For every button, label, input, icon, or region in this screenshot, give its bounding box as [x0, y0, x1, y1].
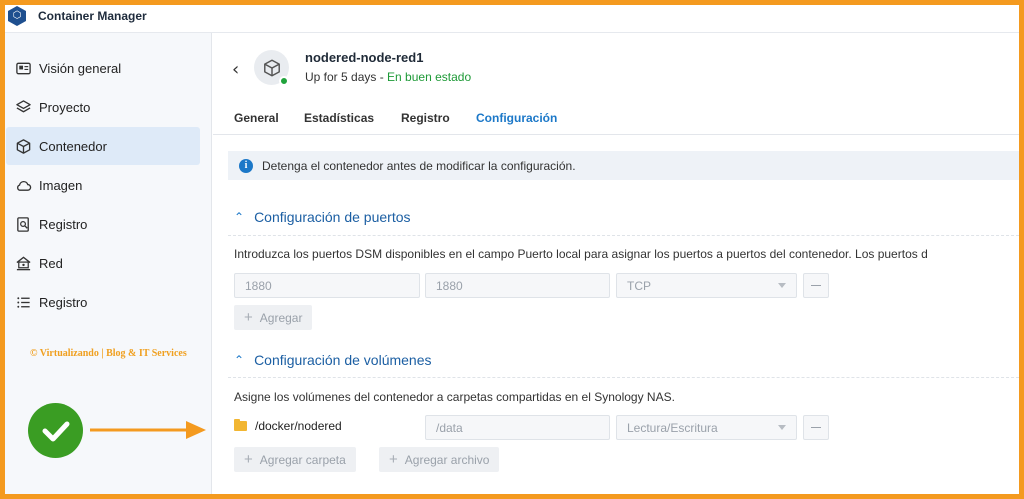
chevron-down-icon: [778, 283, 786, 288]
container-status: Up for 5 days - En buen estado: [305, 70, 471, 84]
info-banner: i Detenga el contenedor antes de modific…: [228, 151, 1024, 180]
container-name: nodered-node-red1: [305, 50, 424, 65]
status-dot: [279, 76, 289, 86]
tab-configuration[interactable]: Configuración: [476, 111, 557, 133]
uptime-text: Up for 5 days: [305, 70, 377, 84]
plus-icon: +: [389, 451, 398, 468]
add-file-button[interactable]: + Agregar archivo: [379, 447, 500, 472]
sidebar-item-label: Visión general: [39, 60, 122, 76]
container-port-input[interactable]: 1880: [425, 273, 610, 298]
tab-bar: General Estadísticas Registro Configurac…: [213, 109, 1024, 135]
health-status: En buen estado: [387, 70, 472, 84]
main-panel: ‹ nodered-node-red1 Up for 5 days - En b…: [213, 33, 1024, 499]
add-port-button[interactable]: + Agregar: [234, 305, 313, 330]
chevron-down-icon: [778, 425, 786, 430]
ports-description: Introduzca los puertos DSM disponibles e…: [234, 247, 928, 261]
tab-statistics[interactable]: Estadísticas: [304, 111, 374, 133]
local-port-input[interactable]: 1880: [234, 273, 420, 298]
permission-select[interactable]: Lectura/Escritura: [616, 415, 797, 440]
arrow-right-icon: [90, 418, 208, 446]
status-separator: -: [376, 70, 388, 84]
container-manager-logo-icon: ⬡: [8, 6, 26, 26]
cloud-icon: [14, 176, 32, 194]
cube-icon: [14, 137, 32, 155]
network-icon: [14, 254, 32, 272]
info-icon: i: [239, 158, 253, 173]
add-folder-button[interactable]: + Agregar carpeta: [234, 447, 356, 472]
sidebar-item-overview[interactable]: Visión general: [6, 49, 200, 87]
list-icon: [14, 293, 32, 311]
sidebar-item-label: Proyecto: [39, 99, 91, 115]
registry-search-icon: [14, 215, 32, 233]
watermark: © Virtualizando | Blog & IT Services: [30, 348, 187, 359]
sidebar-item-log[interactable]: Registro: [6, 283, 200, 321]
sidebar-item-registry[interactable]: Registro: [6, 205, 200, 243]
volume-folder[interactable]: /docker/nodered: [234, 419, 342, 433]
title-bar: ⬡ Container Manager: [0, 0, 1024, 33]
minus-icon: [811, 427, 821, 428]
cube-icon: [263, 59, 280, 76]
overview-icon: [14, 59, 32, 77]
section-divider: [228, 377, 1024, 378]
ports-section-title: Configuración de puertos: [254, 209, 411, 225]
section-divider: [228, 235, 1024, 236]
ports-section-header[interactable]: ⌃ Configuración de puertos: [234, 209, 411, 225]
volumes-description: Asigne los volúmenes del contenedor a ca…: [234, 390, 675, 404]
folder-path: /docker/nodered: [255, 419, 342, 433]
folder-icon: [234, 419, 247, 431]
sidebar-item-label: Contenedor: [39, 138, 107, 154]
volumes-section-title: Configuración de volúmenes: [254, 352, 432, 368]
chevron-up-icon: ⌃: [234, 210, 245, 224]
sidebar-item-label: Registro: [39, 294, 88, 310]
layers-icon: [14, 98, 32, 116]
info-message: Detenga el contenedor antes de modificar…: [262, 158, 576, 173]
sidebar-item-network[interactable]: Red: [6, 244, 200, 282]
back-chevron-icon[interactable]: ‹: [232, 59, 239, 80]
chevron-up-icon: ⌃: [234, 353, 245, 367]
sidebar-item-label: Red: [39, 255, 63, 271]
tab-log[interactable]: Registro: [401, 111, 450, 133]
plus-icon: +: [244, 451, 253, 468]
tab-general[interactable]: General: [234, 111, 279, 133]
plus-icon: +: [244, 309, 253, 326]
protocol-select[interactable]: TCP: [616, 273, 797, 298]
sidebar-item-project[interactable]: Proyecto: [6, 88, 200, 126]
sidebar-item-container[interactable]: Contenedor: [6, 127, 200, 165]
sidebar-item-image[interactable]: Imagen: [6, 166, 200, 204]
volumes-section-header[interactable]: ⌃ Configuración de volúmenes: [234, 352, 432, 368]
sidebar-item-label: Imagen: [39, 177, 83, 193]
mount-path-input[interactable]: /data: [425, 415, 610, 440]
remove-port-button[interactable]: [803, 273, 829, 298]
app-title: Container Manager: [38, 9, 147, 23]
remove-volume-button[interactable]: [803, 415, 829, 440]
check-icon: [28, 403, 83, 458]
sidebar-item-label: Registro: [39, 216, 88, 232]
minus-icon: [811, 285, 821, 286]
